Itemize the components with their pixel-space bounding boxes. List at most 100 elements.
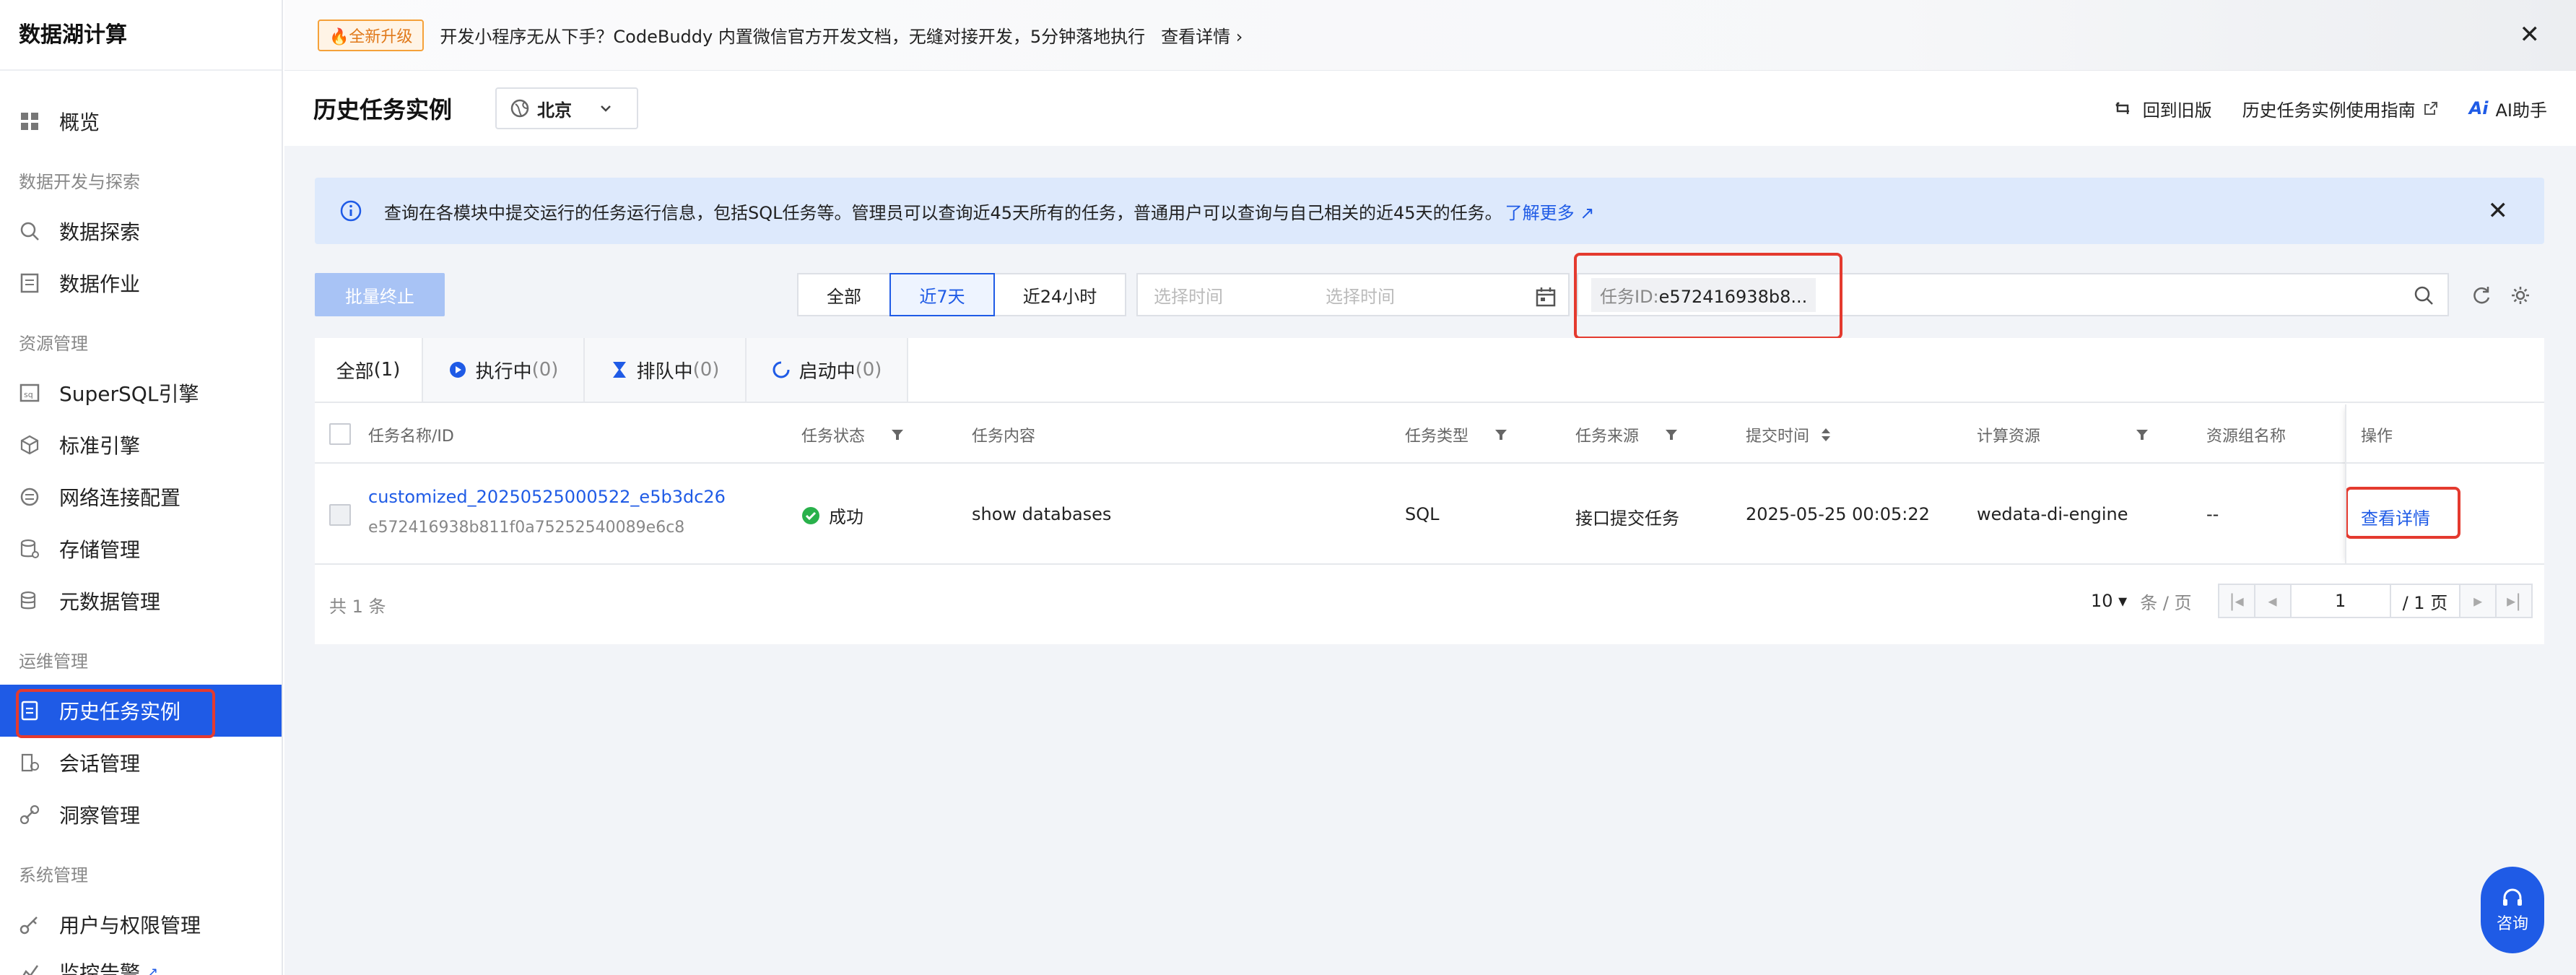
select-all-checkbox[interactable]: [329, 423, 351, 445]
page-input[interactable]: 1: [2289, 584, 2391, 618]
time-range-segment: 全部 近7天 近24小时: [797, 273, 1126, 316]
range-all-button[interactable]: 全部: [797, 273, 891, 316]
status-tabs: 全部 (1) 执行中 (0) 排队中 (0) 启动中 (0): [315, 338, 2544, 403]
gear-icon[interactable]: [2510, 285, 2531, 306]
task-type: SQL: [1405, 504, 1440, 524]
sidebar-item-label: 数据探索: [59, 220, 141, 244]
sidebar-item-overview[interactable]: 概览: [0, 95, 282, 147]
batch-stop-button[interactable]: 批量终止: [315, 273, 445, 316]
page-title: 历史任务实例: [313, 96, 453, 124]
sidebar-item-user-permission[interactable]: 用户与权限管理: [0, 898, 282, 950]
sidebar-item-supersql[interactable]: sq SuperSQL引擎: [0, 367, 282, 419]
svg-text:sq: sq: [24, 390, 33, 399]
network-icon: [20, 488, 39, 506]
filter-icon[interactable]: [1493, 427, 1509, 443]
refresh-icon[interactable]: [2471, 285, 2492, 306]
search-icon[interactable]: [2413, 285, 2434, 306]
sidebar-group-ops: 运维管理: [19, 651, 88, 672]
old-version-button[interactable]: 回到旧版: [2112, 96, 2212, 121]
notice-text: 查询在各模块中提交运行的任务运行信息，包括SQL任务等。管理员可以查询近45天所…: [384, 202, 1502, 223]
task-content: show databases: [972, 504, 1112, 524]
sidebar-item-metadata[interactable]: 元数据管理: [0, 575, 282, 627]
first-page-button[interactable]: |◂: [2217, 584, 2255, 618]
sql-engine-icon: sq: [19, 384, 40, 402]
col-resource-label: 计算资源: [1977, 428, 2041, 446]
col-group: 资源组名称: [2206, 428, 2286, 446]
sidebar-item-data-job[interactable]: 数据作业: [0, 257, 282, 309]
ai-label: AI助手: [2495, 100, 2548, 121]
task-group: --: [2206, 504, 2219, 524]
guide-label: 历史任务实例使用指南: [2242, 100, 2416, 121]
guide-link[interactable]: 历史任务实例使用指南: [2242, 96, 2439, 121]
region-select[interactable]: 北京: [495, 87, 639, 129]
next-page-button[interactable]: ▸: [2459, 584, 2497, 618]
calendar-icon[interactable]: [1535, 286, 1557, 308]
sidebar-item-monitor[interactable]: 监控告警 ↗: [0, 946, 282, 975]
info-notice: 查询在各模块中提交运行的任务运行信息，包括SQL任务等。管理员可以查询近45天所…: [315, 178, 2544, 244]
task-id: e572416938b811f0a75252540089e6c8: [368, 519, 685, 537]
consult-button[interactable]: 咨询: [2481, 867, 2544, 953]
start-time-input[interactable]: 选择时间: [1154, 282, 1223, 308]
task-status: 成功: [801, 503, 863, 528]
close-icon[interactable]: ✕: [2488, 196, 2509, 225]
col-content: 任务内容: [972, 428, 1036, 446]
filter-icon[interactable]: [2134, 427, 2150, 443]
sidebar-item-network[interactable]: 网络连接配置: [0, 471, 282, 523]
sidebar-group-system: 系统管理: [19, 865, 88, 885]
cube-icon: [20, 435, 39, 455]
range-24h-button[interactable]: 近24小时: [993, 273, 1126, 316]
sidebar-item-label: 网络连接配置: [59, 486, 181, 510]
sidebar-item-label: SuperSQL引擎: [59, 382, 199, 406]
date-range-picker[interactable]: 选择时间 选择时间: [1136, 273, 1570, 316]
tab-queued[interactable]: 排队中 (0): [585, 338, 747, 402]
tab-label: 全部: [336, 360, 374, 383]
ai-assistant-button[interactable]: Ai AI助手: [2469, 96, 2547, 121]
filter-icon[interactable]: [889, 427, 905, 443]
sidebar-item-label: 存储管理: [59, 538, 141, 562]
sidebar-item-session[interactable]: 会话管理: [0, 737, 282, 789]
prev-page-button[interactable]: ◂: [2253, 584, 2292, 618]
ai-icon: Ai: [2468, 98, 2489, 118]
end-time-input[interactable]: 选择时间: [1326, 282, 1395, 308]
loading-icon: [773, 361, 790, 378]
task-resource: wedata-di-engine: [1977, 504, 2128, 524]
info-icon: [340, 200, 362, 222]
page-size-unit: 条 / 页: [2140, 592, 2192, 613]
row-checkbox[interactable]: [329, 504, 351, 526]
total-count: 共 1 条: [329, 597, 386, 617]
tab-starting[interactable]: 启动中 (0): [747, 338, 908, 402]
sort-icon[interactable]: [1819, 427, 1832, 443]
page-size-value: 10: [2091, 591, 2113, 611]
sidebar-item-data-explore[interactable]: 数据探索: [0, 205, 282, 257]
headset-icon: [2503, 888, 2522, 906]
page-header: 历史任务实例 北京 回到旧版 历史任务实例使用指南 Ai AI助手: [284, 71, 2576, 146]
sidebar-item-storage[interactable]: 存储管理: [0, 523, 282, 575]
region-label: 北京: [537, 100, 573, 121]
page-size-select[interactable]: 10 ▾: [2091, 591, 2127, 611]
filter-icon[interactable]: [1663, 427, 1679, 443]
learn-more-link[interactable]: 了解更多 ↗: [1505, 199, 1595, 224]
globe-icon: [510, 99, 529, 118]
close-icon[interactable]: ✕: [2520, 20, 2541, 49]
banner-details-link[interactable]: 查看详情 ›: [1161, 22, 1243, 48]
hourglass-icon: [612, 362, 626, 378]
task-name-link[interactable]: customized_20250525000522_e5b3dc26: [368, 487, 726, 507]
app-title: 数据湖计算: [0, 0, 282, 71]
last-page-button[interactable]: ▸|: [2495, 584, 2533, 618]
sidebar-item-label: 会话管理: [59, 752, 141, 776]
tab-running[interactable]: 执行中 (0): [423, 338, 585, 402]
range-7d-button[interactable]: 近7天: [889, 273, 995, 316]
external-link-icon: ↗: [147, 964, 159, 975]
col-status-label: 任务状态: [801, 428, 866, 446]
header-actions: 回到旧版 历史任务实例使用指南 Ai AI助手: [2082, 71, 2547, 146]
sidebar-item-standard-engine[interactable]: 标准引擎: [0, 419, 282, 471]
tab-all[interactable]: 全部 (1): [315, 338, 423, 402]
sidebar-group-resource: 资源管理: [19, 334, 88, 354]
tab-count: (0): [531, 359, 559, 381]
sidebar-item-label: 数据作业: [59, 272, 141, 296]
sidebar-item-insight[interactable]: 洞察管理: [0, 789, 282, 841]
table-row: customized_20250525000522_e5b3dc26 e5724…: [315, 465, 2544, 565]
sidebar-item-label: 概览: [59, 110, 100, 134]
explore-icon: [20, 222, 39, 240]
task-submit-time: 2025-05-25 00:05:22: [1746, 504, 1930, 524]
